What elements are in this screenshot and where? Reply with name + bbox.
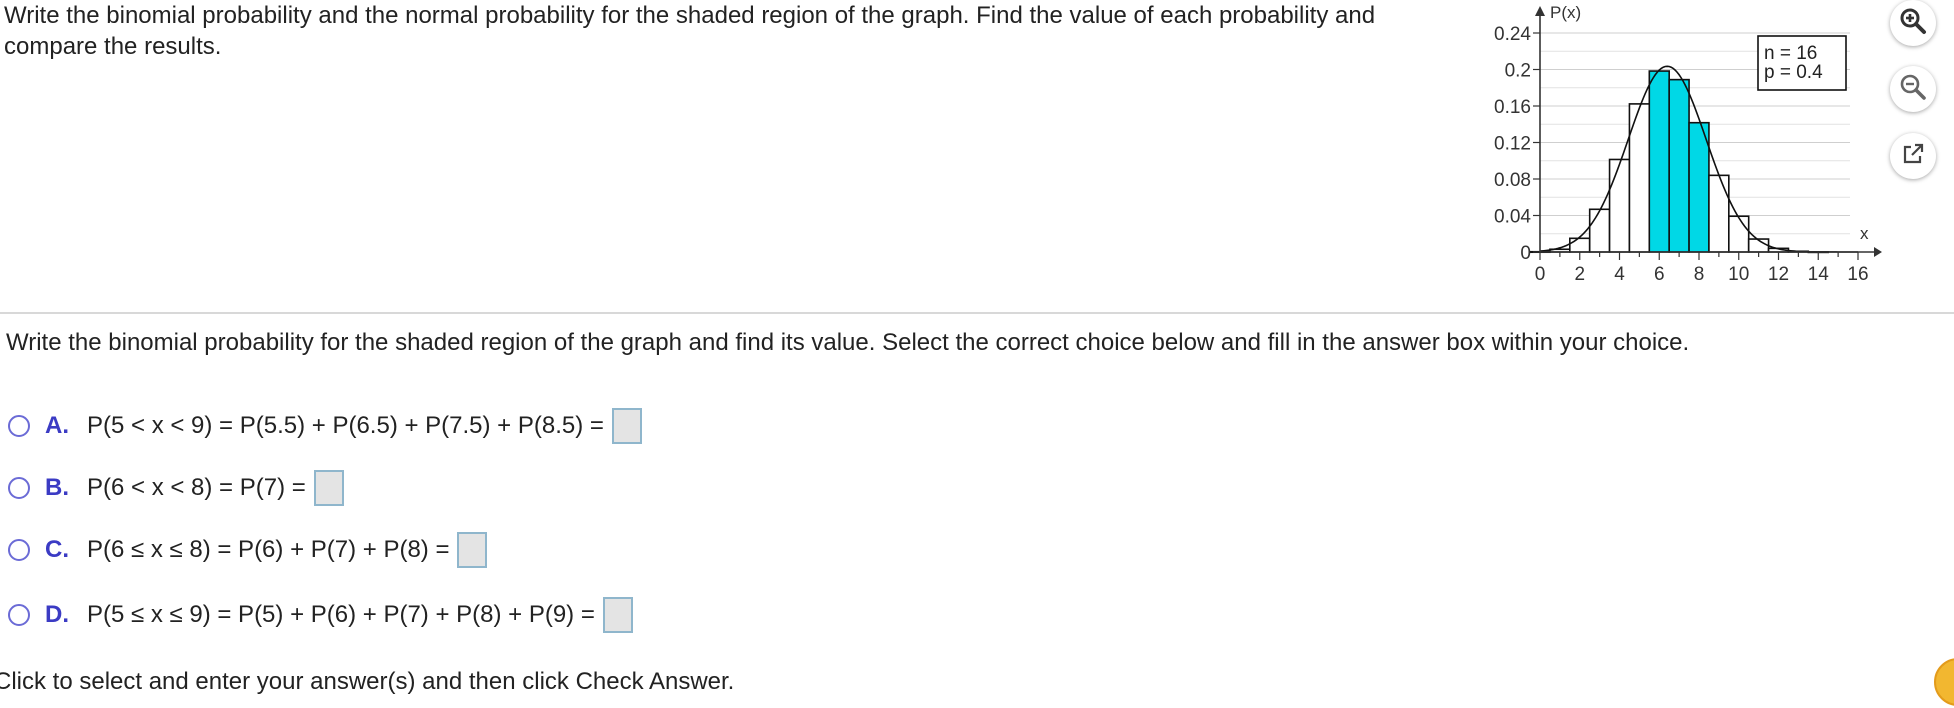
x-tick-label: 8 bbox=[1694, 264, 1705, 285]
legend-p: p = 0.4 bbox=[1764, 62, 1823, 83]
y-tick-label: 0.04 bbox=[1494, 207, 1531, 228]
choice-a-text: P(5 < x < 9) = P(5.5) + P(6.5) + P(7.5) … bbox=[87, 412, 604, 439]
question-text: Write the binomial probability and the n… bbox=[4, 2, 1376, 60]
section-divider bbox=[0, 312, 1954, 314]
choice-c-answer-box[interactable] bbox=[457, 532, 488, 568]
choice-a-radio[interactable] bbox=[8, 415, 30, 437]
legend: n = 16 p = 0.4 bbox=[1757, 35, 1847, 91]
y-tick-label: 0.08 bbox=[1494, 170, 1531, 191]
choice-d-letter: D. bbox=[45, 601, 69, 628]
choice-b[interactable]: B. P(6 < x < 8) = P(7) = bbox=[8, 467, 344, 509]
x-axis-label: x bbox=[1860, 224, 1869, 243]
choice-a-answer-box[interactable] bbox=[611, 408, 642, 444]
bar bbox=[1708, 174, 1730, 253]
y-tick-label: 0.16 bbox=[1494, 97, 1531, 118]
y-tick-label: 0 bbox=[1520, 243, 1531, 264]
popout-icon bbox=[1900, 141, 1926, 172]
y-axis-label: P(x) bbox=[1550, 3, 1581, 22]
x-tick-label: 12 bbox=[1768, 264, 1789, 285]
zoom-in-icon bbox=[1899, 7, 1927, 40]
x-tick-label: 2 bbox=[1574, 264, 1585, 285]
footer-instruction: Click to select and enter your answer(s)… bbox=[0, 668, 735, 695]
choice-b-letter: B. bbox=[45, 474, 69, 501]
choice-d-answer-box[interactable] bbox=[602, 597, 633, 633]
choice-c[interactable]: C. P(6 ≤ x ≤ 8) = P(6) + P(7) + P(8) = bbox=[8, 529, 488, 571]
choice-b-radio[interactable] bbox=[8, 477, 30, 499]
bar bbox=[1569, 237, 1591, 253]
choice-c-letter: C. bbox=[45, 536, 69, 563]
choice-a-letter: A. bbox=[45, 412, 69, 439]
instruction-text: Write the binomial probability for the s… bbox=[6, 329, 1690, 356]
choice-a[interactable]: A. P(5 < x < 9) = P(5.5) + P(6.5) + P(7.… bbox=[8, 405, 642, 447]
bar bbox=[1728, 215, 1750, 253]
choice-b-text: P(6 < x < 8) = P(7) = bbox=[87, 474, 306, 501]
bars bbox=[1529, 70, 1829, 254]
x-tick-label: 0 bbox=[1535, 264, 1546, 285]
y-tick-label: 0.2 bbox=[1505, 61, 1531, 82]
help-button[interactable] bbox=[1934, 658, 1954, 706]
shaded-bar bbox=[1688, 121, 1710, 253]
choice-b-answer-box[interactable] bbox=[313, 470, 344, 506]
shaded-bar bbox=[1668, 78, 1690, 253]
graph-tools bbox=[1890, 0, 1946, 200]
shaded-bar bbox=[1648, 70, 1670, 253]
binomial-graph: P(x) x 0 2 4 6 8 10 12 14 16 0 0.04 0.08 0.12 0.16 0.2… bbox=[1470, 0, 1890, 300]
x-tick-label: 16 bbox=[1847, 264, 1868, 285]
popout-button[interactable] bbox=[1890, 133, 1936, 179]
choice-d-radio[interactable] bbox=[8, 604, 30, 626]
x-axis-arrow bbox=[1874, 247, 1882, 257]
y-tick-label: 0.24 bbox=[1494, 24, 1531, 45]
binomial-chart-svg: P(x) x 0 2 4 6 8 10 12 14 16 0 0.04 0.08 0.12 0.16 0.2… bbox=[1494, 3, 1882, 285]
y-tick-label: 0.12 bbox=[1494, 134, 1531, 155]
choice-c-text: P(6 ≤ x ≤ 8) = P(6) + P(7) + P(8) = bbox=[87, 536, 450, 563]
zoom-out-button[interactable] bbox=[1890, 66, 1936, 112]
choice-d-text: P(5 ≤ x ≤ 9) = P(5) + P(6) + P(7) + P(8)… bbox=[87, 601, 595, 628]
choice-c-radio[interactable] bbox=[8, 539, 30, 561]
bar bbox=[1608, 158, 1631, 253]
y-axis-arrow bbox=[1535, 6, 1545, 16]
legend-n: n = 16 bbox=[1764, 43, 1817, 64]
zoom-in-button[interactable] bbox=[1890, 0, 1936, 46]
x-tick-label: 10 bbox=[1728, 264, 1749, 285]
bar bbox=[1588, 208, 1611, 253]
x-tick-label: 14 bbox=[1808, 264, 1830, 285]
x-tick-label: 6 bbox=[1654, 264, 1665, 285]
choice-d[interactable]: D. P(5 ≤ x ≤ 9) = P(5) + P(6) + P(7) + P… bbox=[8, 594, 633, 636]
x-tick-label: 4 bbox=[1614, 264, 1625, 285]
zoom-out-icon bbox=[1899, 73, 1927, 106]
